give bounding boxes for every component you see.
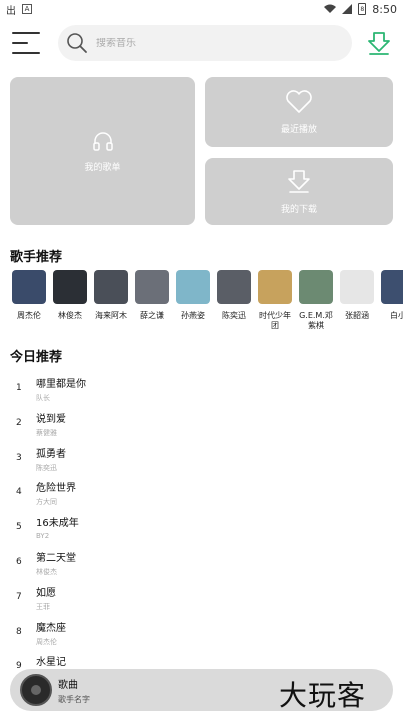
song-index: 9 [16,661,22,672]
my-downloads-label: 我的下载 [280,205,317,215]
download-arrow-icon [288,170,310,193]
song-title: 魔杰座 [36,622,66,634]
song-title: 说到爱 [36,413,66,425]
singer-avatar [53,270,87,304]
song-index: 7 [16,591,22,602]
status-time: 8:50 [372,2,397,16]
app-notification-icon: A [22,4,32,14]
album-disc-icon [20,674,52,706]
recent-played-card[interactable]: 最近播放 [205,77,393,147]
player-artist: 歌手名字 [58,695,90,704]
notification-icon: 出 [6,5,16,17]
song-index: 6 [16,557,22,567]
singer-item[interactable]: 薛之谦 [133,270,171,321]
singer-name: 林俊杰 [58,311,82,320]
song-row[interactable]: 5 16未成年 BY2 [0,511,403,545]
singer-name: 张韶涵 [345,311,369,320]
status-bar: 出 A 8 8:50 [0,0,403,18]
battery-icon: 8 [358,3,367,15]
singer-item[interactable]: 时代少年团 [256,270,294,331]
song-index: 5 [16,522,22,533]
my-playlist-label: 我的歌单 [84,162,121,173]
song-row[interactable]: 2 说到爱蔡健雅 [0,407,403,441]
singer-avatar [94,270,128,304]
song-index: 1 [16,383,22,393]
singer-avatar [340,270,374,304]
song-row[interactable]: 6 第二天堂林俊杰 [0,546,403,580]
song-title: 哪里都是你 [36,379,86,390]
singer-item[interactable]: 林俊杰 [51,270,89,321]
download-icon[interactable] [366,30,392,56]
my-playlist-card[interactable]: 我的歌单 [10,77,195,225]
my-downloads-card[interactable]: 我的下载 [205,158,393,225]
song-row[interactable]: 3 孤勇者陈奕迅 [0,442,403,476]
singer-avatar [12,270,46,304]
song-artist: BY2 [36,532,50,541]
singer-name: G.E.M.邓紫棋 [299,311,333,330]
singer-avatar [176,270,210,304]
song-artist: 队长 [36,394,50,402]
singer-name: 陈奕迅 [222,311,246,320]
singer-item[interactable]: 白小 [379,270,403,321]
singer-name: 海来阿木 [95,311,127,320]
song-row[interactable]: 8 魔杰座周杰伦 [0,616,403,650]
song-row[interactable]: 7 如愿王菲 [0,581,403,615]
headphones-icon [92,131,113,151]
search-icon [67,33,87,53]
singer-avatar [299,270,333,304]
singer-item[interactable]: 周杰伦 [10,270,48,321]
song-title: 危险世界 [36,483,76,495]
singer-avatar [135,270,169,304]
singer-name: 孙燕姿 [181,311,205,320]
song-artist: 方大同 [36,498,57,507]
menu-icon[interactable] [12,30,42,56]
singers-list: 周杰伦 林俊杰 海来阿木 薛之谦 孙燕姿 陈奕迅 时代少年团 G.E.M.邓紫棋 张韶涵 白小 [0,270,403,340]
song-artist: 林俊杰 [36,568,57,576]
search-input[interactable] [96,37,316,49]
song-index: 3 [16,452,22,463]
song-title: 如愿 [36,587,56,599]
search-bar[interactable] [58,25,352,61]
song-index: 8 [16,626,22,637]
song-artist: 蔡健雅 [36,428,57,437]
recent-played-label: 最近播放 [280,124,317,135]
song-index: 4 [16,487,22,498]
singer-avatar [381,270,403,304]
heart-icon [286,89,312,113]
today-section-title: 今日推荐 [10,350,63,365]
song-artist: 王菲 [36,602,50,611]
song-title: 孤勇者 [36,448,66,460]
top-bar [0,22,403,64]
wifi-icon [324,4,337,13]
singer-item[interactable]: 张韶涵 [338,270,376,321]
singer-avatar [258,270,292,304]
singer-item[interactable]: G.E.M.邓紫棋 [297,270,335,331]
singer-avatar [217,270,251,304]
singer-item[interactable]: 孙燕姿 [174,270,212,321]
song-title: 第二天堂 [36,553,76,564]
song-index: 2 [16,417,22,428]
singer-item[interactable]: 海来阿木 [92,270,130,321]
song-row[interactable]: 1 哪里都是你队长 [0,372,403,406]
signal-icon [342,4,353,14]
song-row[interactable]: 4 危险世界方大同 [0,476,403,510]
singer-name: 薛之谦 [140,311,164,320]
player-song-title: 歌曲 [58,680,78,691]
singers-section-title: 歌手推荐 [10,250,63,265]
watermark-logo: 大玩客 [279,679,367,712]
singer-name: 白小 [390,311,403,320]
singer-name: 时代少年团 [259,311,291,330]
song-title: 水星记 [36,657,66,669]
song-title: 16未成年 [36,518,79,530]
singer-item[interactable]: 陈奕迅 [215,270,253,321]
song-artist: 周杰伦 [36,637,57,646]
song-artist: 陈奕迅 [36,463,57,472]
singer-name: 周杰伦 [17,311,41,320]
